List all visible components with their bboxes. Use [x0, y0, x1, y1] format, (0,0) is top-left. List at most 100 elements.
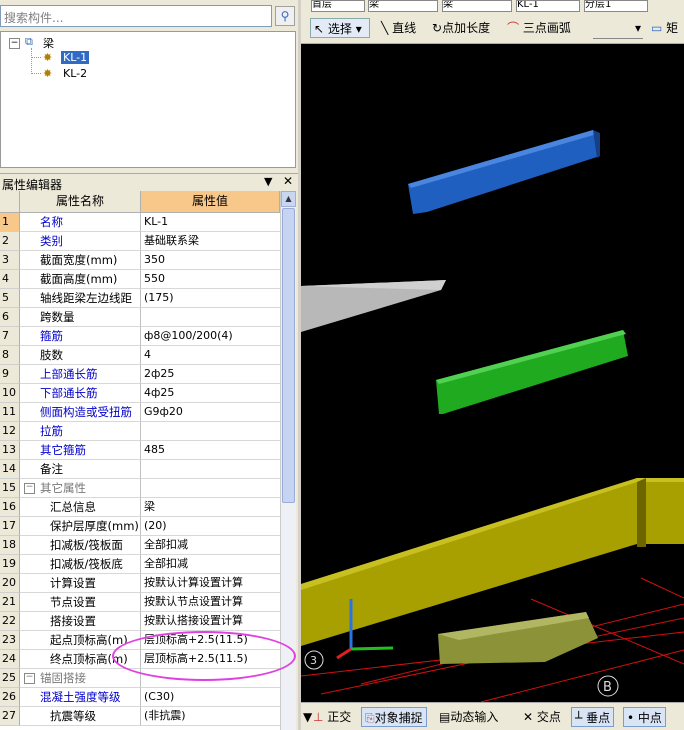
- ortho-toggle[interactable]: ⊥ 正交: [313, 707, 351, 727]
- property-row[interactable]: 19 扣减板/筏板底 全部扣减: [0, 555, 280, 574]
- corner-axis-label: 3: [310, 654, 317, 667]
- property-row[interactable]: 20 计算设置 按默认计算设置计算: [0, 574, 280, 593]
- intersection-label: 交点: [536, 710, 561, 724]
- grid-corner: [0, 191, 20, 213]
- row-number: 13: [0, 441, 20, 460]
- property-row[interactable]: 22 搭接设置 按默认搭接设置计算: [0, 612, 280, 631]
- dynamic-input-toggle[interactable]: ▤动态输入: [436, 707, 501, 727]
- scroll-thumb[interactable]: [282, 208, 295, 503]
- property-value[interactable]: [141, 460, 280, 479]
- floor-dropdown[interactable]: 首层: [311, 0, 365, 12]
- midpoint-snap[interactable]: • 中点: [623, 707, 666, 727]
- object-snap-toggle[interactable]: ⎘对象捕捉: [361, 707, 427, 727]
- property-name-text: 名称: [40, 215, 63, 229]
- property-value[interactable]: 基础联系梁: [141, 232, 280, 251]
- property-row[interactable]: 11 侧面构造或受扭筋 G9ф20: [0, 403, 280, 422]
- property-name-text: 上部通长筋: [40, 367, 98, 381]
- pin-icon[interactable]: ▼: [264, 175, 272, 188]
- line-button[interactable]: ╲ 直线: [381, 18, 416, 38]
- property-name-text: 起点顶标高(m): [50, 633, 128, 647]
- property-value[interactable]: 按默认节点设置计算: [141, 593, 280, 612]
- property-row[interactable]: 4 截面高度(mm) 550: [0, 270, 280, 289]
- property-row[interactable]: 27 抗震等级 (非抗震): [0, 707, 280, 726]
- property-value[interactable]: [141, 422, 280, 441]
- property-name-text: 侧面构造或受扭筋: [40, 405, 132, 419]
- property-row[interactable]: 16 汇总信息 梁: [0, 498, 280, 517]
- property-name-text: 混凝土强度等级: [40, 690, 121, 704]
- property-value[interactable]: 2ф25: [141, 365, 280, 384]
- tree-collapse-toggle[interactable]: −: [9, 38, 20, 49]
- property-row[interactable]: 26 混凝土强度等级 (C30): [0, 688, 280, 707]
- rect-button[interactable]: ▭ 矩: [651, 18, 678, 38]
- property-value[interactable]: 4ф25: [141, 384, 280, 403]
- snap-icon: ⎘: [365, 711, 375, 725]
- point-length-button[interactable]: ↻点加长度: [432, 18, 490, 38]
- search-icon[interactable]: ⚲: [275, 6, 295, 26]
- scroll-left-arrow[interactable]: ▼: [303, 707, 312, 727]
- property-value[interactable]: 485: [141, 441, 280, 460]
- property-row[interactable]: 18 扣减板/筏板面 全部扣减: [0, 536, 280, 555]
- arc-button[interactable]: ⌒ 三点画弧: [507, 18, 571, 38]
- scroll-up-arrow[interactable]: ▲: [281, 191, 296, 207]
- property-name-text: 抗震等级: [50, 709, 96, 723]
- property-name: 其它箍筋: [20, 441, 141, 460]
- tree-item-kl-1[interactable]: KL-1: [61, 51, 90, 64]
- property-value[interactable]: 梁: [141, 498, 280, 517]
- property-row[interactable]: 14 备注: [0, 460, 280, 479]
- row-number: 17: [0, 517, 20, 536]
- select-button[interactable]: ↖ 选择 ▾: [310, 18, 370, 38]
- property-row[interactable]: 5 轴线距梁左边线距 (175): [0, 289, 280, 308]
- property-value[interactable]: 550: [141, 270, 280, 289]
- search-input[interactable]: 搜索构件...: [0, 5, 272, 27]
- perpendicular-snap[interactable]: ┴ 垂点: [571, 707, 615, 727]
- group-collapse-toggle[interactable]: −: [24, 483, 35, 494]
- property-value[interactable]: (非抗震): [141, 707, 280, 726]
- property-name: 拉筋: [20, 422, 141, 441]
- property-name-text: 其它属性: [40, 481, 86, 495]
- property-row[interactable]: 7 箍筋 ф8@100/200(4): [0, 327, 280, 346]
- property-value[interactable]: ф8@100/200(4): [141, 327, 280, 346]
- property-value[interactable]: (20): [141, 517, 280, 536]
- property-value[interactable]: 全部扣减: [141, 555, 280, 574]
- intersection-snap[interactable]: ✕ 交点: [523, 707, 561, 727]
- group-collapse-toggle[interactable]: −: [24, 673, 35, 684]
- row-number: 7: [0, 327, 20, 346]
- property-value[interactable]: 全部扣减: [141, 536, 280, 555]
- property-name: 上部通长筋: [20, 365, 141, 384]
- property-row[interactable]: 9 上部通长筋 2ф25: [0, 365, 280, 384]
- property-value[interactable]: 350: [141, 251, 280, 270]
- tree-item-kl-2[interactable]: KL-2: [63, 67, 87, 80]
- property-row[interactable]: 17 保护层厚度(mm) (20): [0, 517, 280, 536]
- layer-dropdown[interactable]: 分层1: [584, 0, 648, 12]
- type-dropdown[interactable]: 梁: [368, 0, 438, 12]
- property-row[interactable]: 12 拉筋: [0, 422, 280, 441]
- property-row[interactable]: 21 节点设置 按默认节点设置计算: [0, 593, 280, 612]
- property-row[interactable]: 8 肢数 4: [0, 346, 280, 365]
- subtype-dropdown[interactable]: 梁: [442, 0, 512, 12]
- property-value[interactable]: [141, 308, 280, 327]
- property-value[interactable]: 按默认搭接设置计算: [141, 612, 280, 631]
- property-row[interactable]: 1 名称 KL-1: [0, 213, 280, 232]
- property-value[interactable]: [141, 479, 280, 498]
- component-dropdown[interactable]: KL-1: [516, 0, 580, 12]
- arc-icon: ⌒: [507, 21, 520, 35]
- property-value[interactable]: 按默认计算设置计算: [141, 574, 280, 593]
- tree-root-label[interactable]: 梁: [43, 35, 54, 51]
- property-row[interactable]: 10 下部通长筋 4ф25: [0, 384, 280, 403]
- row-number: 6: [0, 308, 20, 327]
- row-number: 3: [0, 251, 20, 270]
- property-row[interactable]: 13 其它箍筋 485: [0, 441, 280, 460]
- property-value[interactable]: (C30): [141, 688, 280, 707]
- property-row[interactable]: 6 跨数量: [0, 308, 280, 327]
- property-value[interactable]: (175): [141, 289, 280, 308]
- property-name: 备注: [20, 460, 141, 479]
- 3d-viewport[interactable]: 3 B: [301, 44, 684, 702]
- property-value[interactable]: G9ф20: [141, 403, 280, 422]
- close-icon[interactable]: ✕: [283, 174, 293, 188]
- property-value[interactable]: 4: [141, 346, 280, 365]
- property-row[interactable]: 3 截面宽度(mm) 350: [0, 251, 280, 270]
- property-value[interactable]: KL-1: [141, 213, 280, 232]
- property-row[interactable]: 15− 其它属性: [0, 479, 280, 498]
- property-row[interactable]: 2 类别 基础联系梁: [0, 232, 280, 251]
- arc-mode-dropdown[interactable]: ▾: [593, 18, 643, 39]
